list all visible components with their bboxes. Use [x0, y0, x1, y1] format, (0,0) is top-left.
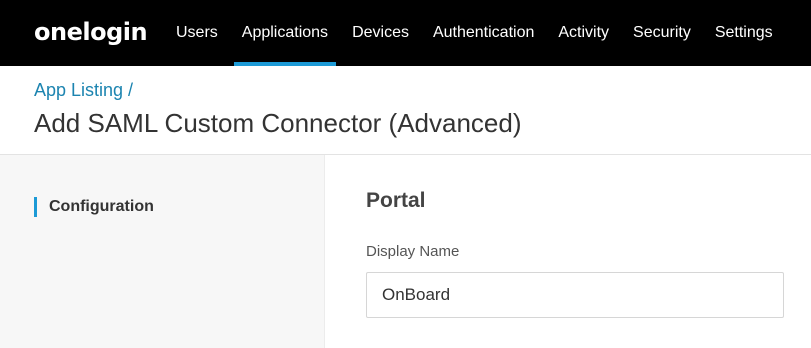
display-name-label: Display Name [366, 243, 460, 260]
nav-item-applications[interactable]: Applications [230, 0, 340, 66]
page-header: App Listing / Add SAML Custom Connector … [0, 66, 811, 155]
nav-item-security[interactable]: Security [621, 0, 703, 66]
nav-item-devices[interactable]: Devices [340, 0, 421, 66]
display-name-input[interactable] [366, 272, 784, 318]
section-title-portal: Portal [366, 189, 426, 212]
page-title: Add SAML Custom Connector (Advanced) [34, 108, 522, 138]
nav-item-activity[interactable]: Activity [546, 0, 621, 66]
onelogin-logo[interactable]: onelogin [34, 17, 148, 47]
main-nav: Users Applications Devices Authenticatio… [164, 0, 785, 66]
sidebar-item-configuration[interactable]: Configuration [34, 197, 154, 217]
top-navigation-bar: onelogin Users Applications Devices Auth… [0, 0, 811, 66]
nav-item-users[interactable]: Users [164, 0, 230, 66]
breadcrumb-app-listing[interactable]: App Listing / [34, 80, 133, 101]
main-content: Portal Display Name [325, 155, 811, 348]
nav-item-authentication[interactable]: Authentication [421, 0, 546, 66]
sidebar: Configuration [0, 155, 325, 348]
nav-item-settings[interactable]: Settings [703, 0, 785, 66]
